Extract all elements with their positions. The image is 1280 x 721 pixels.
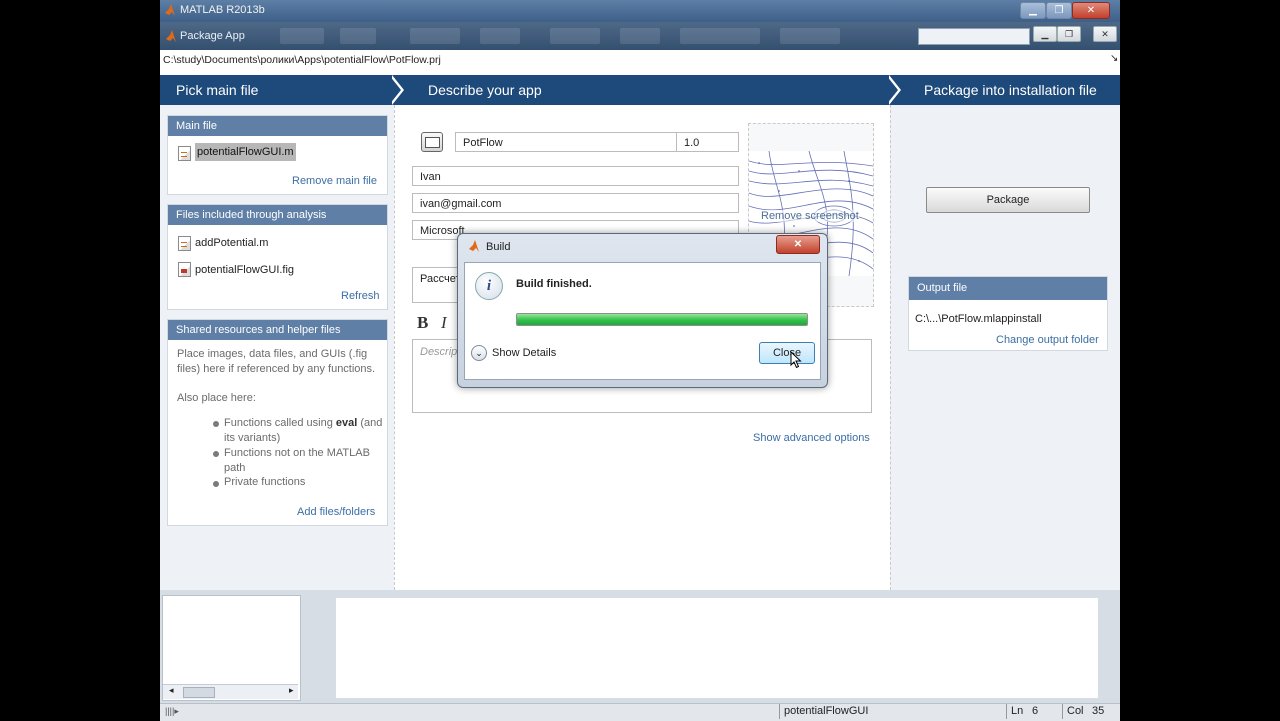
matlab-bottom-area: ◂ ▸ ||||▸ potentialFlowGUI Ln 6 Col 35 (160, 590, 1120, 721)
matlab-title-bar: MATLAB R2013b ▁ ❐ ✕ (160, 0, 1120, 22)
email-field[interactable]: ivan@gmail.com (412, 193, 739, 213)
project-path: C:\study\Documents\ролики\Apps\potential… (163, 54, 441, 66)
package-app-title: Package App (180, 30, 245, 42)
search-input[interactable] (918, 28, 1030, 45)
toolstrip-tab[interactable] (780, 28, 840, 44)
status-ln: 6 (1032, 705, 1039, 717)
shared-resources-header: Shared resources and helper files (168, 320, 387, 340)
editor-pane[interactable] (336, 598, 1098, 698)
shared-resources-panel: Shared resources and helper files Place … (167, 319, 388, 526)
path-arrow-icon[interactable]: ↘ (1110, 53, 1118, 64)
dialog-title: Build (486, 241, 511, 253)
show-details-toggle[interactable]: Show Details (492, 347, 556, 359)
analysis-files-header: Files included through analysis (168, 205, 387, 225)
matlab-logo-icon (164, 3, 176, 17)
matlab-logo-icon (165, 29, 177, 43)
progress-bar (516, 313, 808, 326)
project-path-bar: C:\study\Documents\ролики\Apps\potential… (160, 50, 1120, 71)
toolstrip-tab[interactable] (620, 28, 660, 44)
file-item[interactable]: potentialFlowGUI.fig (195, 264, 294, 276)
package-button[interactable]: Package (926, 187, 1090, 213)
analysis-files-panel: Files included through analysis addPoten… (167, 204, 388, 310)
main-file-panel: Main file potentialFlowGUI.m Remove main… (167, 115, 388, 195)
restore-button[interactable]: ❐ (1057, 26, 1081, 42)
step-pick-main-file: Pick main file (176, 82, 259, 98)
step-package: Package into installation file (924, 82, 1097, 98)
author-field[interactable]: Ivan (412, 166, 739, 186)
bullet-icon (213, 451, 219, 457)
scroll-right-icon[interactable]: ▸ (289, 685, 294, 696)
bullet-icon (213, 481, 219, 487)
progress-fill (517, 314, 807, 325)
status-ln-label: Ln (1006, 704, 1023, 719)
build-message: Build finished. (516, 278, 592, 290)
status-col-label: Col (1062, 704, 1084, 719)
refresh-link[interactable]: Refresh (341, 290, 380, 302)
fig-file-icon (178, 262, 191, 277)
close-button[interactable]: ✕ (1072, 2, 1110, 19)
output-file-path: C:\...\PotFlow.mlappinstall (915, 313, 1042, 325)
matlab-title: MATLAB R2013b (180, 4, 265, 16)
version-field[interactable]: 1.0 (676, 132, 739, 152)
output-file-header: Output file (909, 277, 1107, 300)
minimize-button[interactable]: ▁ (1020, 2, 1046, 19)
package-app-title-bar: Package App ▁ ❐ ✕ (160, 22, 1120, 50)
toolstrip-tab[interactable] (550, 28, 600, 44)
status-bar: ||||▸ potentialFlowGUI Ln 6 Col 35 (160, 703, 1120, 721)
toolstrip-tab[interactable] (480, 28, 520, 44)
toolstrip-tab[interactable] (680, 28, 760, 44)
bold-button[interactable]: B (417, 313, 428, 333)
remove-screenshot-link[interactable]: Remove screenshot (761, 210, 859, 222)
maximize-button[interactable]: ❐ (1046, 2, 1072, 19)
status-file: potentialFlowGUI (779, 704, 1006, 719)
info-icon: i (475, 272, 503, 300)
toolstrip-tab[interactable] (410, 28, 460, 44)
show-advanced-options-link[interactable]: Show advanced options (753, 432, 870, 444)
remove-main-file-link[interactable]: Remove main file (292, 175, 377, 187)
toolstrip-tab[interactable] (340, 28, 376, 44)
toolstrip-tab[interactable] (280, 28, 324, 44)
horizontal-scrollbar[interactable]: ◂ ▸ (163, 684, 298, 699)
shared-description: Place images, data files, and GUIs (.fig… (177, 348, 376, 375)
main-file-name[interactable]: potentialFlowGUI.m (195, 143, 296, 161)
m-file-icon (178, 236, 191, 251)
build-dialog: Build ✕ i Build finished. ⌄ Show Details… (457, 233, 828, 388)
mouse-cursor-icon (790, 350, 802, 369)
dialog-body: i Build finished. ⌄ Show Details Close (464, 262, 821, 380)
status-grip-icon: ||||▸ (165, 706, 179, 716)
close-button[interactable]: ✕ (1093, 26, 1117, 42)
scrollbar-thumb[interactable] (183, 687, 215, 698)
app-icon-button[interactable] (421, 132, 443, 152)
chevron-down-icon[interactable]: ⌄ (471, 345, 487, 361)
app-name-field[interactable]: PotFlow (455, 132, 677, 152)
close-button[interactable]: Close (759, 342, 815, 364)
bullet-not-on-path: Functions not on the MATLAB path (224, 447, 370, 474)
app-window-icon (425, 137, 440, 148)
main-file-header: Main file (168, 116, 387, 136)
status-col: 35 (1092, 705, 1105, 717)
step-describe-app: Describe your app (428, 82, 542, 98)
bullet-eval: Functions called using eval (and its var… (224, 417, 383, 444)
minimize-button[interactable]: ▁ (1033, 26, 1057, 42)
italic-button[interactable]: I (441, 313, 447, 333)
file-item[interactable]: addPotential.m (195, 237, 268, 249)
add-files-folders-link[interactable]: Add files/folders (297, 506, 375, 518)
bullet-private: Private functions (224, 476, 306, 488)
output-file-panel: Output file C:\...\PotFlow.mlappinstall … (908, 276, 1108, 351)
dialog-close-icon[interactable]: ✕ (776, 235, 820, 254)
bullet-icon (213, 421, 219, 427)
step-bar: Pick main file Describe your app Package… (160, 75, 1120, 105)
also-place-label: Also place here: (177, 392, 256, 404)
m-file-icon (178, 146, 191, 161)
scroll-left-icon[interactable]: ◂ (169, 685, 174, 696)
change-output-folder-link[interactable]: Change output folder (996, 334, 1099, 346)
matlab-logo-icon (468, 239, 480, 253)
